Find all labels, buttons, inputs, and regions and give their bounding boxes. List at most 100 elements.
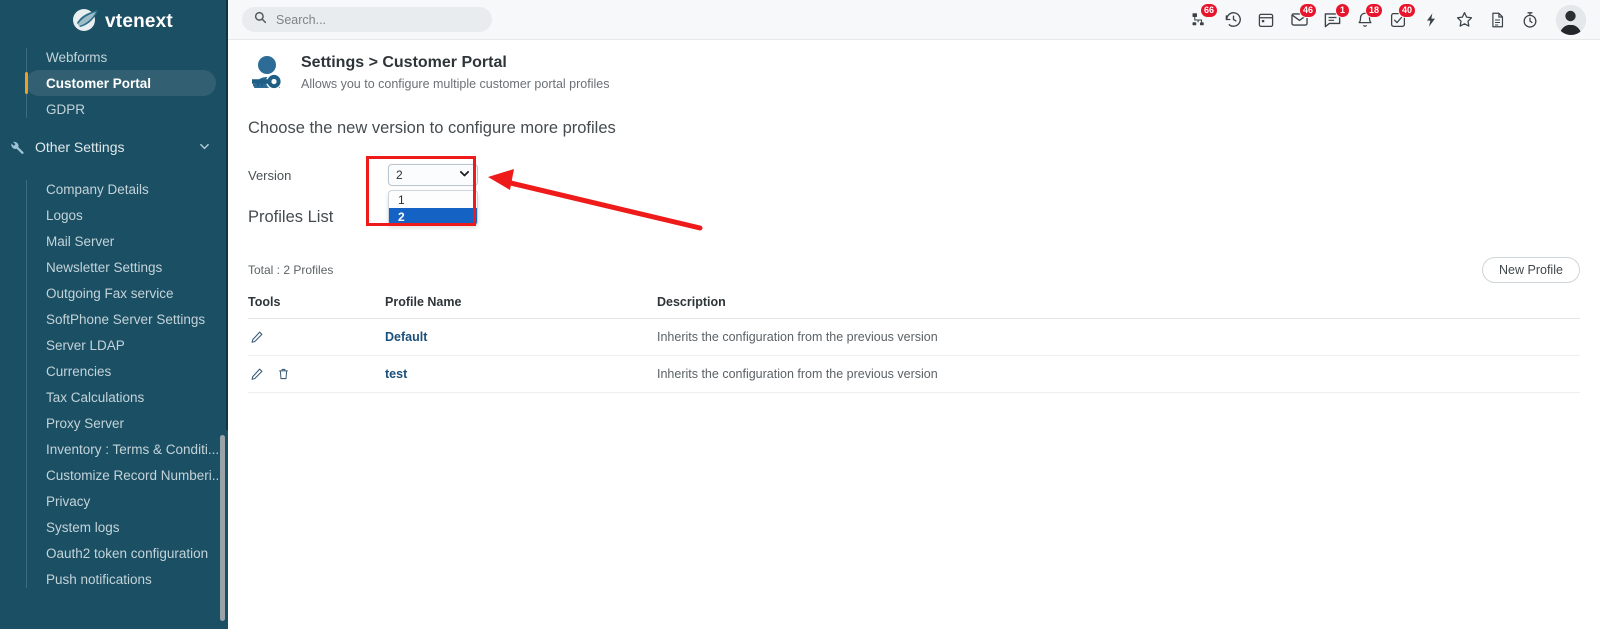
row-description-cell: Inherits the configuration from the prev… bbox=[657, 355, 1580, 393]
mail-icon[interactable]: 46 bbox=[1288, 2, 1317, 31]
sidebar-item-label: Currencies bbox=[46, 363, 112, 379]
lightning-icon[interactable] bbox=[1420, 9, 1442, 31]
version-select-options[interactable]: 12 bbox=[388, 190, 478, 226]
search-icon bbox=[254, 11, 267, 29]
page-header: Settings > Customer Portal Allows you to… bbox=[248, 40, 1580, 93]
profile-name-link[interactable]: Default bbox=[385, 330, 427, 344]
sidebar-item-label: Proxy Server bbox=[46, 415, 125, 431]
sidebar-item-label: Customize Record Numberi... bbox=[46, 467, 224, 483]
global-search[interactable] bbox=[242, 7, 492, 32]
chevron-down-icon bbox=[459, 168, 470, 182]
sidebar-item-label: Customer Portal bbox=[46, 75, 152, 91]
column-header-profile-name: Profile Name bbox=[385, 295, 657, 319]
edit-pencil-icon[interactable] bbox=[248, 328, 266, 346]
sidebar-item-customize-record-numberi[interactable]: Customize Record Numberi... bbox=[26, 462, 228, 488]
sidebar-item-mail-server[interactable]: Mail Server bbox=[26, 228, 228, 254]
profiles-total-text: Total : 2 Profiles bbox=[248, 263, 334, 277]
badge-count: 66 bbox=[1199, 2, 1218, 18]
sidebar-item-label: Push notifications bbox=[46, 571, 152, 587]
row-tools-cell bbox=[248, 318, 385, 356]
sidebar-item-label: Outgoing Fax service bbox=[46, 285, 174, 301]
sidebar-item-softphone-server-settings[interactable]: SoftPhone Server Settings bbox=[26, 306, 228, 332]
sidebar-item-label: SoftPhone Server Settings bbox=[46, 311, 206, 327]
table-row: Default Inherits the configuration from t… bbox=[248, 318, 1580, 356]
sidebar-item-label: Oauth2 token configuration bbox=[46, 545, 209, 561]
history-clock-icon[interactable] bbox=[1222, 9, 1244, 31]
task-check-icon[interactable]: 40 bbox=[1387, 2, 1416, 31]
wrench-icon bbox=[8, 139, 25, 156]
sidebar-item-currencies[interactable]: Currencies bbox=[26, 358, 228, 384]
sidebar-item-oauth2-token-configuration[interactable]: Oauth2 token configuration bbox=[26, 540, 228, 566]
sidebar-group-label: Other Settings bbox=[35, 139, 125, 155]
sidebar-item-system-logs[interactable]: System logs bbox=[26, 514, 228, 540]
sidebar-group-other-settings[interactable]: Other Settings bbox=[0, 132, 228, 162]
badge-count: 46 bbox=[1298, 2, 1317, 18]
brand-logo-area[interactable]: vtenext bbox=[0, 0, 228, 44]
sidebar-item-label: Server LDAP bbox=[46, 337, 125, 353]
sidebar-item-webforms[interactable]: Webforms bbox=[26, 44, 228, 70]
sidebar-item-label: Tax Calculations bbox=[46, 389, 145, 405]
sidebar: vtenext Webforms Customer Portal GDPR Ot… bbox=[0, 0, 228, 629]
badge-count: 1 bbox=[1335, 2, 1350, 18]
brand-name: vtenext bbox=[105, 11, 173, 32]
row-tools-cell bbox=[248, 355, 385, 393]
sidebar-item-label: Mail Server bbox=[46, 233, 115, 249]
calendar-icon[interactable] bbox=[1255, 9, 1277, 31]
badge-count: 40 bbox=[1397, 2, 1416, 18]
sidebar-item-outgoing-fax-service[interactable]: Outgoing Fax service bbox=[26, 280, 228, 306]
bell-icon[interactable]: 18 bbox=[1354, 2, 1383, 31]
sidebar-item-gdpr[interactable]: GDPR bbox=[26, 96, 228, 122]
version-option-2[interactable]: 2 bbox=[389, 208, 477, 225]
column-header-tools: Tools bbox=[248, 295, 385, 319]
chat-icon[interactable]: 1 bbox=[1321, 2, 1350, 31]
user-key-icon bbox=[248, 53, 288, 93]
new-profile-button[interactable]: New Profile bbox=[1482, 257, 1580, 283]
vtenext-logo-icon bbox=[71, 7, 101, 37]
table-header-row: Tools Profile Name Description bbox=[248, 295, 1580, 319]
profiles-table: Tools Profile Name Description Default In… bbox=[248, 295, 1580, 393]
version-option-1[interactable]: 1 bbox=[389, 191, 477, 208]
section-heading: Choose the new version to configure more… bbox=[248, 119, 616, 137]
sidebar-item-newsletter-settings[interactable]: Newsletter Settings bbox=[26, 254, 228, 280]
sidebar-item-privacy[interactable]: Privacy bbox=[26, 488, 228, 514]
top-bar: 66 46 bbox=[228, 0, 1600, 40]
edit-pencil-icon[interactable] bbox=[248, 365, 266, 383]
star-icon[interactable] bbox=[1453, 9, 1475, 31]
version-field-row: Version 2 12 bbox=[248, 164, 1580, 226]
top-bar-icons: 66 46 1 18 40 bbox=[1189, 2, 1600, 35]
sidebar-item-logos[interactable]: Logos bbox=[26, 202, 228, 228]
version-select-wrapper: 2 12 bbox=[388, 164, 478, 226]
page-title: Settings > Customer Portal bbox=[301, 54, 507, 71]
sidebar-item-inventory-terms-conditi[interactable]: Inventory : Terms & Conditi... bbox=[26, 436, 228, 462]
profile-name-link[interactable]: test bbox=[385, 367, 407, 381]
version-select-value: 2 bbox=[396, 168, 403, 182]
search-input[interactable] bbox=[274, 11, 480, 28]
row-profile-name-cell: test bbox=[385, 355, 657, 393]
delete-trash-icon[interactable] bbox=[274, 365, 292, 383]
row-profile-name-cell: Default bbox=[385, 318, 657, 356]
sidebar-scrollbar[interactable] bbox=[220, 435, 225, 621]
version-label: Version bbox=[248, 167, 292, 183]
sidebar-item-label: Company Details bbox=[46, 181, 149, 197]
version-select[interactable]: 2 bbox=[388, 164, 478, 186]
user-avatar[interactable] bbox=[1556, 4, 1586, 35]
table-row: test Inherits the configuration from the … bbox=[248, 355, 1580, 393]
sidebar-item-server-ldap[interactable]: Server LDAP bbox=[26, 332, 228, 358]
sidebar-primary-group: Webforms Customer Portal GDPR bbox=[0, 44, 228, 122]
document-icon[interactable] bbox=[1486, 9, 1508, 31]
sidebar-item-label: GDPR bbox=[46, 101, 86, 117]
sidebar-item-label: Inventory : Terms & Conditi... bbox=[46, 441, 220, 457]
profiles-summary-row: Total : 2 Profiles New Profile bbox=[248, 257, 1580, 283]
sidebar-item-tax-calculations[interactable]: Tax Calculations bbox=[26, 384, 228, 410]
sidebar-item-company-details[interactable]: Company Details bbox=[26, 176, 228, 202]
sidebar-item-push-notifications[interactable]: Push notifications bbox=[26, 566, 228, 592]
sidebar-item-label: Logos bbox=[46, 207, 83, 223]
org-chart-icon[interactable]: 66 bbox=[1189, 2, 1218, 31]
sidebar-item-customer-portal[interactable]: Customer Portal bbox=[25, 70, 216, 96]
timer-icon[interactable] bbox=[1519, 9, 1541, 31]
row-description-cell: Inherits the configuration from the prev… bbox=[657, 318, 1580, 356]
sidebar-other-settings-group: Company Details Logos Mail Server Newslette… bbox=[0, 176, 228, 592]
sidebar-item-label: Webforms bbox=[46, 49, 108, 65]
sidebar-item-proxy-server[interactable]: Proxy Server bbox=[26, 410, 228, 436]
